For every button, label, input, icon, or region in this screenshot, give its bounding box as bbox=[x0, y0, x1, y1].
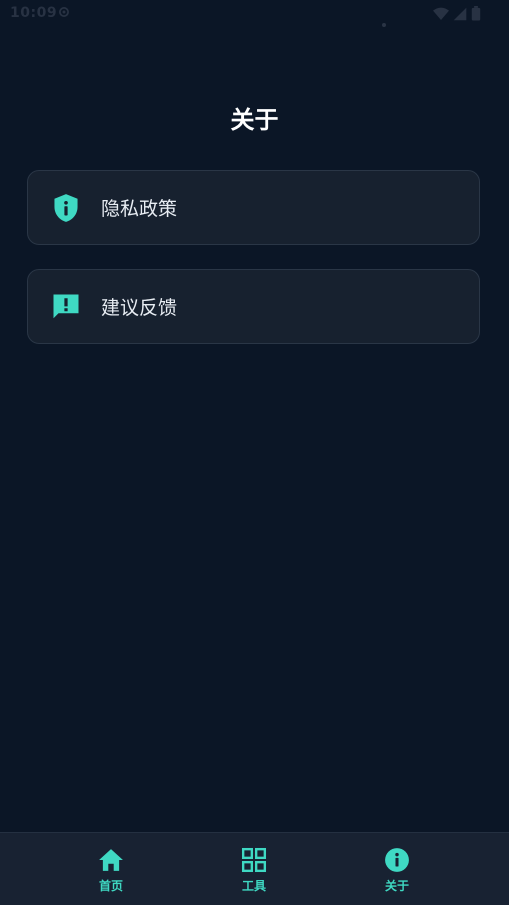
page-title: 关于 bbox=[230, 106, 279, 134]
shield-info-icon bbox=[51, 193, 81, 223]
info-icon bbox=[384, 847, 410, 873]
feedback-label: 建议反馈 bbox=[101, 297, 178, 319]
feedback-icon bbox=[51, 292, 81, 322]
nav-about-label: 关于 bbox=[384, 879, 409, 893]
app-screen: 10:09 关于 隐私政策 建议反馈 首页 工具 关于 bbox=[0, 0, 509, 905]
wifi-icon bbox=[433, 7, 449, 20]
privacy-policy-item[interactable]: 隐私政策 bbox=[27, 170, 480, 245]
feedback-item[interactable]: 建议反馈 bbox=[27, 269, 480, 344]
signal-icon bbox=[453, 7, 467, 20]
nav-tools-label: 工具 bbox=[241, 879, 266, 893]
grid-icon bbox=[241, 847, 267, 873]
privacy-policy-label: 隐私政策 bbox=[101, 198, 178, 220]
status-indicators bbox=[433, 6, 481, 21]
settings-status-icon bbox=[59, 7, 69, 17]
battery-icon bbox=[471, 6, 481, 21]
bottom-navigation: 首页 工具 关于 bbox=[0, 832, 509, 905]
nav-tools[interactable]: 工具 bbox=[214, 847, 294, 894]
status-bar: 10:09 bbox=[0, 0, 509, 28]
status-time: 10:09 bbox=[10, 5, 58, 21]
nav-about[interactable]: 关于 bbox=[357, 847, 437, 894]
status-dot bbox=[382, 23, 386, 27]
nav-home[interactable]: 首页 bbox=[71, 847, 151, 894]
nav-home-label: 首页 bbox=[98, 879, 123, 893]
home-icon bbox=[98, 847, 124, 873]
